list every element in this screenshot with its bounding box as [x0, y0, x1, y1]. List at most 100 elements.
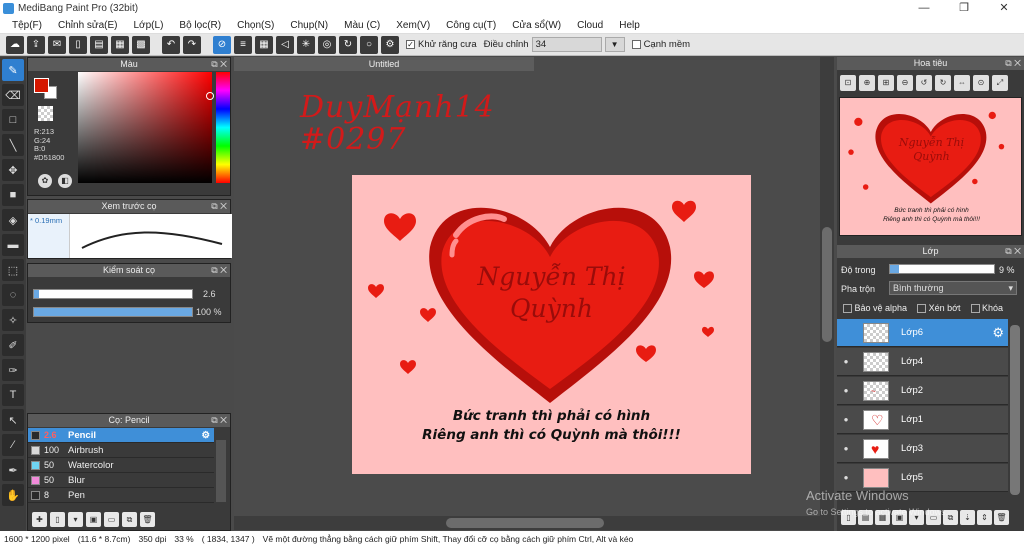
- panel-controls[interactable]: ⧉ ✕: [211, 414, 227, 427]
- menu-filter[interactable]: Bộ lọc(R): [171, 20, 229, 31]
- new-brush-icon[interactable]: ▯: [50, 511, 65, 527]
- minimize-button[interactable]: —: [904, 0, 944, 17]
- antialias-checkbox[interactable]: ✓: [406, 40, 415, 49]
- pen-tool-icon[interactable]: ✒: [2, 459, 24, 481]
- vanishing-snap-icon[interactable]: ◁: [276, 35, 294, 54]
- eyedropper-tool-icon[interactable]: ⁄: [2, 434, 24, 456]
- lock-option[interactable]: Khóa: [970, 303, 1003, 314]
- layer-row-4[interactable]: ● Lớp4: [837, 348, 1008, 376]
- new-file-icon[interactable]: ▯: [69, 35, 87, 54]
- layers-scrollbar[interactable]: [1010, 325, 1020, 495]
- menu-edit[interactable]: Chỉnh sửa(E): [50, 20, 126, 31]
- select-pen-icon[interactable]: ✐: [2, 334, 24, 356]
- menu-snap[interactable]: Chụp(N): [282, 20, 336, 31]
- canvas-vertical-scrollbar[interactable]: [820, 57, 834, 533]
- brush-size-value[interactable]: 2.6: [203, 289, 216, 299]
- move-tool-icon[interactable]: ✥: [2, 159, 24, 181]
- curve-snap-icon[interactable]: ↻: [339, 35, 357, 54]
- circle-snap-icon[interactable]: ○: [360, 35, 378, 54]
- menu-color[interactable]: Màu (C): [336, 20, 388, 31]
- visibility-icon[interactable]: ●: [837, 357, 855, 366]
- panel-controls[interactable]: ⧉ ✕: [211, 264, 227, 277]
- radial-snap-icon[interactable]: ✳: [297, 35, 315, 54]
- operation-tool-icon[interactable]: ↖: [2, 409, 24, 431]
- protect-alpha-checkbox[interactable]: [843, 304, 852, 314]
- folder-icon[interactable]: ▭: [104, 511, 119, 527]
- select-eraser-icon[interactable]: ✑: [2, 359, 24, 381]
- layer-opacity-slider[interactable]: [889, 264, 995, 274]
- color-mode-icon[interactable]: ◧: [58, 174, 72, 188]
- fill-shape-icon[interactable]: ■: [2, 184, 24, 206]
- hand-tool-icon[interactable]: ✋: [2, 484, 24, 506]
- visibility-icon[interactable]: ●: [837, 386, 855, 395]
- select-rect-icon[interactable]: ⬚: [2, 259, 24, 281]
- visibility-icon[interactable]: ●: [837, 444, 855, 453]
- delete-layer-icon[interactable]: 🗑: [994, 509, 1009, 525]
- saturation-value-picker[interactable]: [78, 72, 212, 183]
- text-tool-icon[interactable]: T: [2, 384, 24, 406]
- clipping-option[interactable]: Xén bớt: [917, 303, 961, 314]
- zoom-fit-icon[interactable]: ⊡: [840, 75, 856, 91]
- cloud-icon[interactable]: ☁: [6, 35, 24, 54]
- bucket-tool-icon[interactable]: ◈: [2, 209, 24, 231]
- export-icon[interactable]: ⇪: [27, 35, 45, 54]
- brush-opacity-value[interactable]: 100 %: [196, 307, 222, 317]
- layer-settings-gear-icon[interactable]: ⚙: [992, 325, 1004, 341]
- clipping-checkbox[interactable]: [917, 304, 927, 314]
- move-layer-icon[interactable]: ⇕: [977, 509, 992, 525]
- chat-icon[interactable]: ✉: [48, 35, 66, 54]
- lock-checkbox[interactable]: [970, 304, 980, 314]
- parallel-snap-icon[interactable]: ≡: [234, 35, 252, 54]
- brush-size-slider[interactable]: [33, 289, 193, 299]
- rectangle-tool-icon[interactable]: □: [2, 109, 24, 131]
- zoom-out-icon[interactable]: ⊖: [897, 75, 913, 91]
- document-tab[interactable]: Untitled: [234, 57, 534, 71]
- adjust-dropdown-icon[interactable]: ▼: [604, 37, 625, 52]
- layer-row-2[interactable]: ● ~ Lớp2: [837, 377, 1008, 405]
- menu-file[interactable]: Tệp(F): [4, 20, 50, 31]
- brush-tool-icon[interactable]: ✎: [2, 59, 24, 81]
- protect-alpha-option[interactable]: Bảo vệ alpha: [843, 303, 907, 314]
- brush-options-icon[interactable]: ▾: [68, 511, 83, 527]
- brush-item-watercolor[interactable]: 50 Watercolor: [28, 458, 214, 473]
- rotate-right-icon[interactable]: ↻: [935, 75, 951, 91]
- blend-mode-select[interactable]: Bình thường ▾: [889, 281, 1017, 295]
- brush-opacity-slider[interactable]: [33, 307, 193, 317]
- panel-controls[interactable]: ⧉ ✕: [211, 200, 227, 213]
- document-icon[interactable]: ▤: [90, 35, 108, 54]
- soft-edge-option[interactable]: Cạnh mềm: [631, 39, 690, 50]
- soft-edge-checkbox[interactable]: [631, 40, 641, 49]
- layer-row-6[interactable]: Lớp6 ⚙: [837, 319, 1008, 347]
- color-picker-cursor[interactable]: [206, 92, 214, 100]
- grid-snap-icon[interactable]: ▦: [255, 35, 273, 54]
- menu-select[interactable]: Chọn(S): [229, 20, 282, 31]
- panel-controls[interactable]: ⧉ ✕: [1005, 245, 1021, 258]
- canvas-horizontal-scrollbar[interactable]: [234, 516, 824, 530]
- brush-settings-icon[interactable]: ⚙: [201, 430, 210, 441]
- lasso-tool-icon[interactable]: ◌: [2, 284, 24, 306]
- duplicate-icon[interactable]: ⧉: [122, 511, 137, 527]
- expand-icon[interactable]: ⤢: [992, 75, 1008, 91]
- line-tool-icon[interactable]: ╲: [2, 134, 24, 156]
- copy-brush-icon[interactable]: ▣: [86, 511, 101, 527]
- layer-row-3[interactable]: ● ♥ Lớp3: [837, 435, 1008, 463]
- hue-slider[interactable]: [216, 72, 230, 183]
- brush-list-scrollbar[interactable]: [216, 440, 226, 502]
- menu-layer[interactable]: Lớp(L): [126, 20, 172, 31]
- fit-window-icon[interactable]: ⊞: [878, 75, 894, 91]
- merge-down-icon[interactable]: ⇣: [960, 509, 975, 525]
- brush-item-airbrush[interactable]: 100 Airbrush: [28, 443, 214, 458]
- canvas-area[interactable]: Untitled DuyMạnh14 #0297 Nguyễn Thị Quỳn…: [234, 57, 836, 533]
- add-brush-icon[interactable]: ✚: [32, 511, 47, 527]
- menu-help[interactable]: Help: [611, 20, 648, 31]
- redo-icon[interactable]: ↷: [183, 35, 201, 54]
- layer-opacity-value[interactable]: 9 %: [999, 265, 1015, 275]
- flip-icon[interactable]: ⇔: [954, 75, 970, 91]
- settings-gear-icon[interactable]: ⚙: [381, 35, 399, 54]
- visibility-icon[interactable]: ●: [837, 473, 855, 482]
- concentric-snap-icon[interactable]: ◎: [318, 35, 336, 54]
- close-button[interactable]: ✕: [984, 0, 1024, 17]
- panel-controls[interactable]: ⧉ ✕: [211, 58, 227, 71]
- maximize-button[interactable]: ❐: [944, 0, 984, 17]
- rotate-left-icon[interactable]: ↺: [916, 75, 932, 91]
